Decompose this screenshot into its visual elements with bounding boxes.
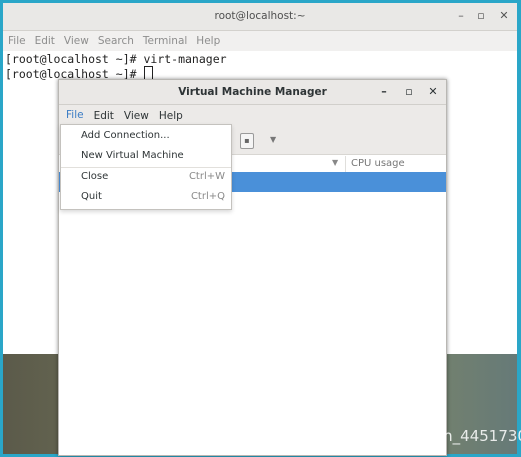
column-divider[interactable] bbox=[345, 156, 346, 172]
menu-item-new-virtual-machine[interactable]: New Virtual Machine bbox=[61, 147, 231, 165]
watermark: https://blog.csdn.net/weixin_44517301 bbox=[244, 427, 521, 445]
terminal-cursor bbox=[144, 66, 154, 80]
close-icon[interactable]: ✕ bbox=[426, 85, 440, 98]
sort-arrow-icon[interactable]: ▼ bbox=[332, 158, 338, 167]
maximize-icon[interactable]: ▫ bbox=[402, 85, 416, 98]
vmm-menu-file[interactable]: File bbox=[61, 105, 89, 126]
menu-item-close[interactable]: Close Ctrl+W bbox=[61, 168, 231, 186]
menu-item-label: Close bbox=[81, 171, 109, 182]
menu-item-label: New Virtual Machine bbox=[81, 150, 184, 161]
terminal-menubar: File Edit View Search Terminal Help bbox=[3, 31, 517, 52]
maximize-icon[interactable]: ▫ bbox=[474, 9, 488, 22]
terminal-menu-search[interactable]: Search bbox=[98, 35, 134, 47]
menu-item-accel: Ctrl+Q bbox=[190, 191, 225, 202]
terminal-menu-file[interactable]: File bbox=[8, 35, 26, 47]
menu-item-add-connection[interactable]: Add Connection... bbox=[61, 127, 231, 145]
shutdown-icon[interactable]: ▪ bbox=[240, 133, 254, 149]
terminal-title: root@localhost:~ bbox=[214, 10, 306, 22]
vmm-menu-view[interactable]: View bbox=[119, 105, 154, 126]
terminal-menu-terminal[interactable]: Terminal bbox=[143, 35, 187, 47]
terminal-menu-help[interactable]: Help bbox=[196, 35, 220, 47]
vmm-menubar: File Edit View Help bbox=[59, 105, 446, 126]
minimize-icon[interactable]: – bbox=[454, 9, 468, 22]
vmm-titlebar[interactable]: Virtual Machine Manager – ▫ ✕ bbox=[59, 80, 446, 105]
terminal-titlebar[interactable]: root@localhost:~ – ▫ ✕ bbox=[3, 3, 517, 31]
terminal-menu-view[interactable]: View bbox=[64, 35, 89, 47]
chevron-down-icon[interactable]: ▼ bbox=[270, 135, 276, 144]
file-menu-dropdown: Add Connection... New Virtual Machine Cl… bbox=[60, 124, 232, 210]
vmm-menu-edit[interactable]: Edit bbox=[89, 105, 119, 126]
terminal-menu-edit[interactable]: Edit bbox=[35, 35, 55, 47]
menu-item-label: Add Connection... bbox=[81, 130, 170, 141]
minimize-icon[interactable]: – bbox=[377, 85, 391, 98]
close-icon[interactable]: ✕ bbox=[497, 9, 511, 22]
menu-item-accel: Ctrl+W bbox=[188, 171, 225, 182]
menu-item-quit[interactable]: Quit Ctrl+Q bbox=[61, 188, 231, 206]
terminal-line: [root@localhost ~]# virt-manager bbox=[5, 52, 227, 66]
column-cpu-usage[interactable]: CPU usage bbox=[351, 158, 405, 169]
menu-item-label: Quit bbox=[81, 191, 102, 202]
vmm-menu-help[interactable]: Help bbox=[154, 105, 188, 126]
